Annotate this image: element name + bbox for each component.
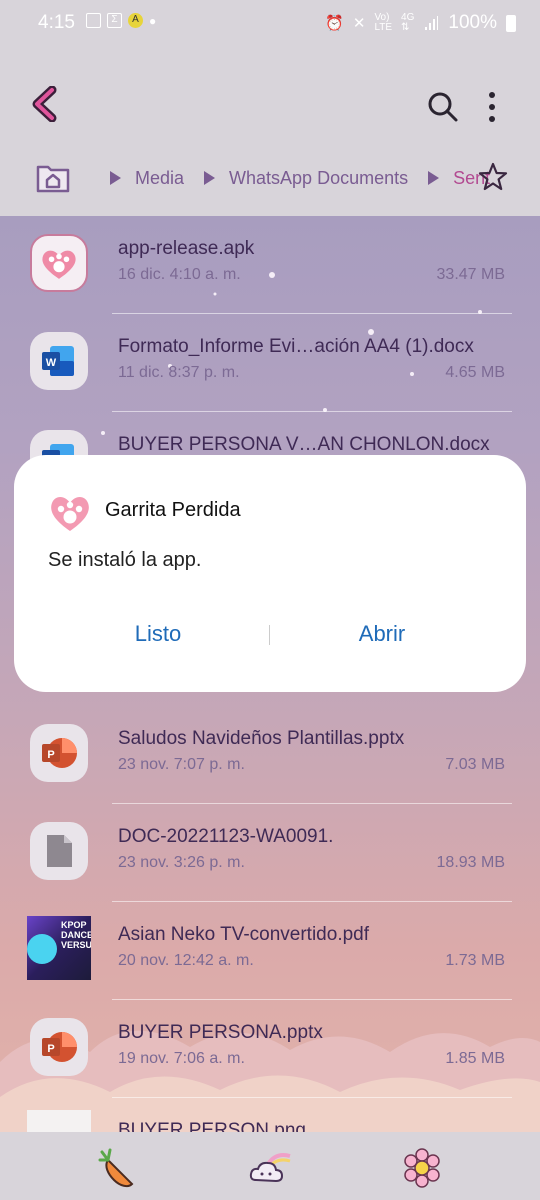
gallery-icon (86, 13, 101, 28)
thumb-text: KPOP DANCE VERSUS (61, 920, 91, 950)
file-date: 11 dic. 8:37 p. m. (118, 364, 240, 381)
file-size: 7.03 MB (445, 756, 505, 773)
install-complete-dialog: Garrita Perdida Se instaló la app. Listo… (14, 455, 526, 692)
file-name: Asian Neko TV-convertido.pdf (118, 924, 370, 945)
battery-icon (506, 14, 516, 32)
paw-app-icon (51, 497, 89, 531)
more-options-icon[interactable] (480, 90, 504, 124)
file-name: BUYER PERSON.png (118, 1120, 306, 1132)
chevron-right-icon (428, 171, 440, 185)
file-size: 1.85 MB (445, 1050, 505, 1067)
generic-file-icon (30, 822, 88, 880)
dialog-app-name: Garrita Perdida (105, 499, 241, 521)
navigation-bar (0, 1132, 540, 1200)
sigma-icon: Σ (107, 13, 122, 28)
volte-icon: Vo) LTE (374, 12, 393, 33)
list-item[interactable]: app-release.apk 16 dic. 4:10 a. m. 33.47… (0, 216, 540, 314)
file-size: 1.73 MB (445, 952, 505, 969)
back-arrow-icon[interactable] (28, 86, 64, 122)
word-icon: W (30, 332, 88, 390)
status-time: 4:15 (38, 12, 75, 33)
a-badge-icon: A (128, 13, 143, 28)
notification-icons: Σ A ● (86, 13, 156, 28)
svg-text:W: W (46, 357, 57, 369)
system-icons: ⏰ ✕ Vo) LTE 4G ⇅ 100% (325, 12, 516, 34)
done-button[interactable]: Listo (58, 621, 258, 647)
flower-back-icon[interactable] (400, 1146, 444, 1190)
svg-text:P: P (47, 1043, 54, 1055)
file-size: 4.65 MB (445, 364, 505, 381)
status-bar: 4:15 Σ A ● ⏰ ✕ Vo) LTE 4G ⇅ 100% (0, 0, 540, 46)
file-date: 16 dic. 4:10 a. m. (118, 266, 241, 283)
file-name: DOC-20221123-WA0091. (118, 826, 334, 847)
search-icon[interactable] (426, 90, 460, 124)
file-name: BUYER PERSONA V…AN CHONLON.docx (118, 434, 490, 455)
dot-icon: ● (149, 13, 157, 28)
image-thumbnail (27, 1110, 91, 1132)
list-item[interactable]: BUYER PERSON.png (0, 1098, 540, 1132)
chevron-right-icon (110, 171, 121, 185)
powerpoint-icon: P (30, 1018, 88, 1076)
battery-text: 100% (448, 12, 497, 33)
thumb-graphic (27, 934, 57, 964)
open-button[interactable]: Abrir (282, 621, 482, 647)
list-item[interactable]: P Saludos Navideños Plantillas.pptx 23 n… (0, 706, 540, 804)
list-item[interactable]: KPOP DANCE VERSUS Asian Neko TV-converti… (0, 902, 540, 1000)
carrot-recents-icon[interactable] (98, 1146, 142, 1190)
breadcrumb-whatsapp-documents[interactable]: WhatsApp Documents (229, 168, 408, 189)
dialog-message: Se instaló la app. (48, 549, 202, 571)
file-name: BUYER PERSONA.pptx (118, 1022, 323, 1043)
file-size: 18.93 MB (436, 854, 505, 871)
app-bar: Media WhatsApp Documents Sent (0, 46, 540, 216)
file-name: Formato_Informe Evi…ación AA4 (1).docx (118, 336, 474, 357)
powerpoint-icon: P (30, 724, 88, 782)
breadcrumb-media[interactable]: Media (135, 168, 184, 189)
thumb-text-kpop: KPOP (61, 920, 87, 930)
pdf-thumbnail: KPOP DANCE VERSUS (27, 916, 91, 980)
4g-icon: 4G ⇅ (401, 12, 415, 33)
paw-app-icon (30, 234, 88, 292)
alarm-icon: ⏰ (325, 15, 344, 32)
button-divider (269, 625, 270, 645)
file-date: 23 nov. 7:07 p. m. (118, 756, 245, 773)
file-date: 23 nov. 3:26 p. m. (118, 854, 245, 871)
breadcrumb: Media WhatsApp Documents Sent (36, 160, 490, 196)
svg-text:P: P (47, 749, 54, 761)
star-icon[interactable] (478, 162, 508, 192)
home-folder-icon[interactable] (36, 163, 70, 193)
file-date: 19 nov. 7:06 a. m. (118, 1050, 245, 1067)
thumb-text-versus: VERSUS (61, 940, 91, 950)
file-date: 20 nov. 12:42 a. m. (118, 952, 254, 969)
list-item[interactable]: P BUYER PERSONA.pptx 19 nov. 7:06 a. m. … (0, 1000, 540, 1098)
file-size: 33.47 MB (436, 266, 505, 283)
mute-icon: ✕ (352, 15, 366, 32)
signal-icon (425, 16, 439, 30)
file-name: Saludos Navideños Plantillas.pptx (118, 728, 405, 749)
cloud-rainbow-home-icon[interactable] (248, 1146, 292, 1190)
file-name: app-release.apk (118, 238, 255, 259)
thumb-text-dance: DANCE (61, 930, 91, 940)
list-item[interactable]: DOC-20221123-WA0091. 23 nov. 3:26 p. m. … (0, 804, 540, 902)
list-item[interactable]: W Formato_Informe Evi…ación AA4 (1).docx… (0, 314, 540, 412)
chevron-right-icon (204, 171, 216, 185)
